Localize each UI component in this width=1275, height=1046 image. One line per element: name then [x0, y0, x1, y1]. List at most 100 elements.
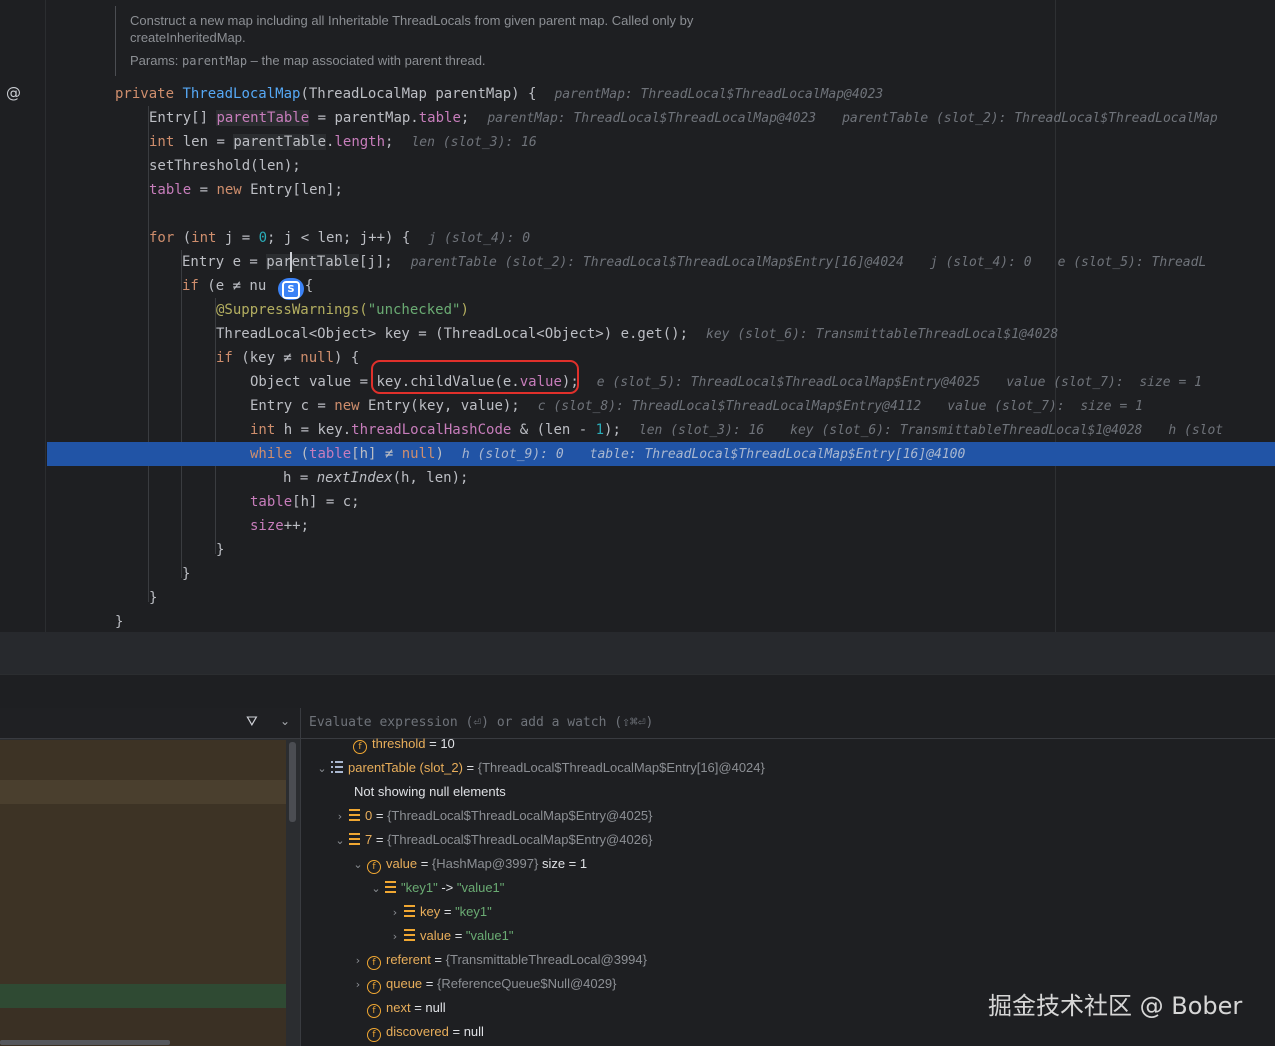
tree-row-threshold[interactable]: f threshold = 10	[351, 732, 455, 756]
tree-row-key[interactable]: › key = "key1"	[388, 900, 492, 924]
code-line[interactable]: }	[0, 538, 1275, 562]
code-line[interactable]: int h = key.threadLocalHashCode & (len -…	[0, 418, 1275, 442]
frame-item-selected[interactable]	[0, 780, 286, 804]
code-token: h =	[283, 470, 317, 486]
tree-row-value[interactable]: ⌄ f value = {HashMap@3997} size = 1	[351, 852, 587, 876]
code-line[interactable]: ThreadLocal<Object> key = (ThreadLocal<O…	[0, 322, 1275, 346]
var-eq: =	[448, 1024, 464, 1039]
array-icon	[349, 833, 360, 845]
inline-value-hint: parentTable (slot_2): ThreadLocal$Thread…	[410, 255, 904, 270]
frames-list[interactable]	[0, 740, 286, 1046]
var-value: {ReferenceQueue$Null@4029}	[436, 976, 617, 991]
collapse-arrow-icon[interactable]: ⌄	[333, 829, 347, 853]
code-line[interactable]: Entry c = new Entry(key, value); c (slot_…	[0, 394, 1275, 418]
var-name: referent	[386, 952, 431, 967]
code-token: private	[115, 86, 183, 102]
chevron-down-icon[interactable]: ⌄	[280, 714, 290, 728]
tree-row-referent[interactable]: › f referent = {TransmittableThreadLocal@3…	[351, 948, 647, 972]
expand-arrow-icon[interactable]: ›	[388, 901, 402, 925]
code-token: =	[191, 182, 217, 198]
code-line[interactable]: }	[0, 610, 1275, 632]
code-line[interactable]: for (int j = 0; j < len; j++) {j (slot_4…	[0, 226, 1275, 250]
horizontal-scrollbar[interactable]	[0, 1040, 170, 1045]
var-eq: =	[372, 832, 388, 847]
code-token: 1	[595, 422, 605, 438]
tree-row-discovered[interactable]: f discovered = null	[365, 1020, 484, 1044]
tree-row-index-7[interactable]: ⌄ 7 = {ThreadLocal$ThreadLocalMap$Entry@4…	[333, 828, 652, 853]
code-line[interactable]: if (key ≠ null) {	[0, 346, 1275, 370]
var-eq: =	[440, 904, 456, 919]
expand-arrow-icon[interactable]: ›	[351, 949, 365, 973]
collapse-arrow-icon[interactable]: ⌄	[351, 853, 365, 877]
tree-row-next[interactable]: f next = null	[365, 996, 446, 1020]
entry-arrow: ->	[437, 880, 457, 895]
vertical-scrollbar[interactable]	[289, 742, 296, 822]
code-line[interactable]: Entry[] parentTable = parentMap.table; pa…	[0, 106, 1275, 130]
var-name: discovered	[386, 1024, 449, 1039]
tree-row-map-entry[interactable]: ⌄ "key1" -> "value1"	[369, 876, 504, 900]
expand-arrow-icon[interactable]: ›	[333, 805, 347, 829]
code-line[interactable]: size++;	[0, 514, 1275, 538]
var-eq: =	[425, 736, 441, 751]
params-label: Params:	[130, 53, 179, 68]
code-line[interactable]: if (e ≠ nu {	[0, 274, 1275, 298]
collapse-arrow-icon[interactable]: ⌄	[369, 877, 383, 901]
var-value: null	[463, 1024, 484, 1039]
code-line[interactable]: setThreshold(len);	[0, 154, 1275, 178]
var-value: 10	[440, 736, 455, 751]
code-token: "unchecked"	[367, 302, 461, 318]
code-token: = parentMap.	[309, 110, 419, 126]
code-token: null	[300, 350, 335, 366]
frames-panel[interactable]: ⛛ ⌄	[0, 708, 301, 1046]
plugin-badge-icon[interactable]: S	[278, 278, 304, 300]
expand-arrow-icon[interactable]: ›	[388, 925, 402, 949]
code-token: Entry[]	[149, 110, 217, 126]
field-icon: f	[367, 1004, 381, 1018]
var-value: {HashMap@3997}	[431, 856, 539, 871]
code-line[interactable]: table[h] = c;	[0, 490, 1275, 514]
code-line[interactable]: @SuppressWarnings("unchecked")	[0, 298, 1275, 322]
filter-icon[interactable]: ⛛	[246, 714, 258, 730]
tree-row-entry-value[interactable]: › value = "value1"	[388, 924, 514, 949]
evaluate-expression-input[interactable]: Evaluate expression (⏎) or add a watch (…	[309, 715, 653, 730]
collapse-arrow-icon[interactable]: ⌄	[315, 757, 329, 781]
code-line[interactable]: table = new Entry[len];	[0, 178, 1275, 202]
code-token: ThreadLocal<Object> key = (ThreadLocal<O…	[216, 326, 689, 342]
code-line[interactable]: h = nextIndex(h, len);	[0, 466, 1275, 490]
closing-brace: }	[149, 590, 158, 606]
inline-value-hint: key (slot_6): TransmittableThreadLocal$1…	[706, 327, 1059, 342]
var-name: value	[386, 856, 418, 871]
code-line[interactable]: }	[0, 586, 1275, 610]
code-token: nextIndex	[316, 470, 393, 486]
expand-arrow-icon[interactable]: ›	[351, 973, 365, 997]
current-execution-line[interactable]: while (table[h] ≠ null) h (slot_9): 0 tabl…	[47, 442, 1275, 466]
closing-brace: }	[216, 542, 225, 558]
code-token: size	[250, 518, 284, 534]
code-token: Entry e =	[182, 254, 267, 270]
tree-row-parentTable[interactable]: ⌄ parentTable (slot_2) = {ThreadLocal$Thr…	[315, 756, 764, 781]
tree-row-index-0[interactable]: › 0 = {ThreadLocal$ThreadLocalMap$Entry@4…	[333, 804, 653, 828]
code-line[interactable]: private ThreadLocalMap(ThreadLocalMap pa…	[0, 82, 1275, 106]
closing-brace: }	[115, 614, 124, 630]
code-line[interactable]: Object value = key.childValue(e.value); e…	[0, 370, 1275, 394]
code-line[interactable]: int len = parentTable.length; len (slot_3…	[0, 130, 1275, 154]
inline-value-hint: c (slot_8): ThreadLocal$ThreadLocalMap$E…	[537, 399, 922, 414]
text-caret	[290, 252, 292, 272]
inline-value-hint: e (slot_5): ThreadL	[1057, 255, 1207, 270]
entry-key: "key1"	[401, 880, 438, 895]
annotation-red-box	[371, 360, 579, 394]
array-icon	[404, 905, 415, 917]
code-token: new	[216, 182, 242, 198]
frame-item[interactable]	[0, 984, 286, 1008]
code-line[interactable]: }	[0, 562, 1275, 586]
code-token: (	[292, 446, 310, 462]
var-eq: =	[451, 928, 466, 943]
code-token: j =	[216, 230, 259, 246]
var-name: threshold	[372, 736, 426, 751]
javadoc-text: Construct a new map including all Inheri…	[130, 13, 694, 45]
code-editor[interactable]: Construct a new map including all Inheri…	[0, 0, 1275, 632]
tree-row-queue[interactable]: › f queue = {ReferenceQueue$Null@4029}	[351, 972, 616, 996]
code-line[interactable]: Entry e = parentTable[j]; parentTable (sl…	[0, 250, 1275, 274]
list-icon	[331, 761, 343, 773]
code-token: @SuppressWarnings(	[216, 302, 368, 318]
